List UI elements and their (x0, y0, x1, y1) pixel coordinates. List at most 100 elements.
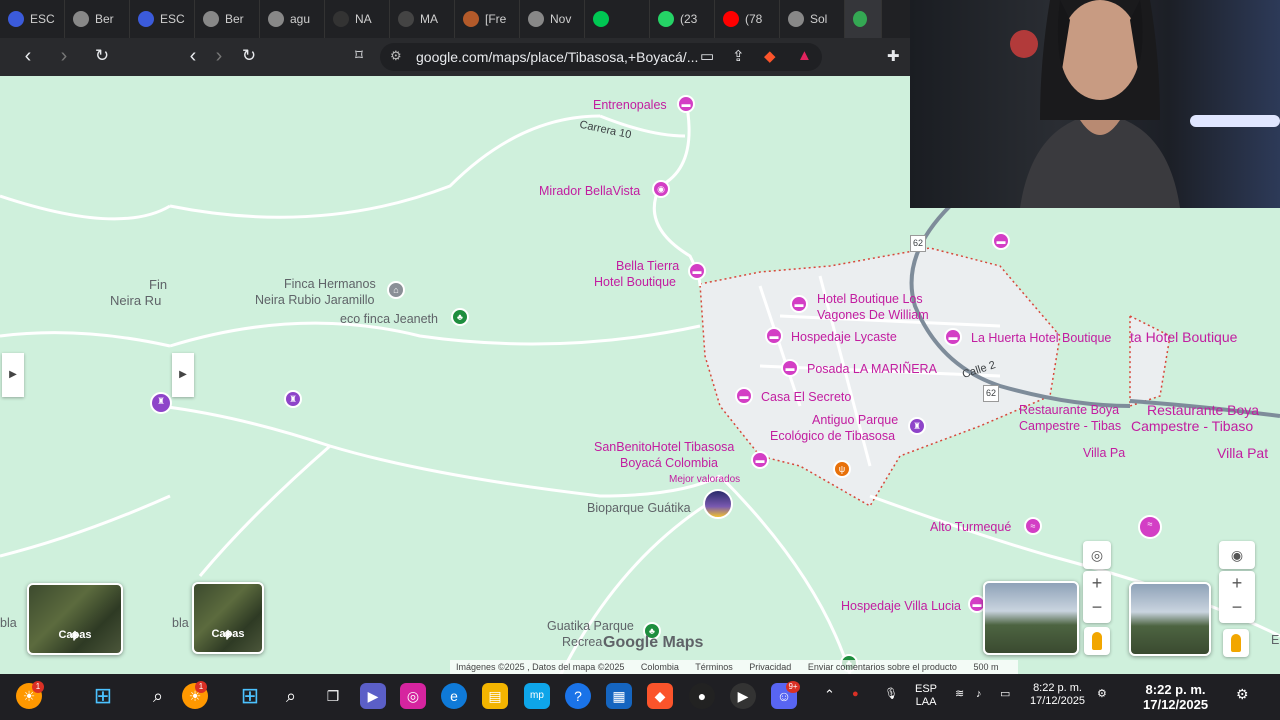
attribution-country[interactable]: Colombia (641, 662, 679, 672)
attraction-pin-icon[interactable]: ♜ (284, 390, 302, 408)
poi-guatika-1[interactable]: Guatika Parque (547, 619, 634, 634)
poi-bioparque[interactable]: Bioparque Guátika (587, 501, 691, 516)
pegman-icon-2[interactable] (1223, 629, 1249, 657)
poi-restaurant-1[interactable]: Restaurante Boya (1019, 403, 1119, 418)
browser-tab[interactable] (585, 0, 650, 38)
hotel-pin-icon[interactable]: ▬ (688, 262, 706, 280)
app-icon[interactable]: mp (524, 683, 550, 709)
zoom-in-button[interactable]: + (1083, 571, 1111, 595)
search-icon-2[interactable]: ⌕ (278, 683, 304, 709)
bioparque-photo-pin[interactable] (703, 489, 733, 519)
forward-icon-2[interactable]: › (208, 45, 230, 67)
park-pin-icon[interactable]: ♣ (451, 308, 469, 326)
browser-tab[interactable]: [Fre (455, 0, 520, 38)
browser-tab[interactable]: NA (325, 0, 390, 38)
clock[interactable]: 8:22 p. m. 17/12/2025 (1030, 682, 1085, 708)
hotel-pin-icon[interactable]: ▬ (677, 95, 695, 113)
zoom-in-button-2[interactable]: + (1219, 571, 1255, 595)
poi-finca-1[interactable]: Finca Hermanos (284, 277, 376, 292)
brave-shield-icon[interactable]: ◆ (764, 47, 776, 65)
browser-tab[interactable]: ESC (130, 0, 195, 38)
attribution-feedback[interactable]: Enviar comentarios sobre el producto (808, 662, 957, 672)
browser-tab[interactable]: Nov (520, 0, 585, 38)
my-location-icon[interactable]: ◎ (1083, 541, 1111, 569)
zoom-out-button[interactable]: − (1083, 595, 1111, 619)
antivirus-tray-icon[interactable]: ● (852, 688, 859, 701)
zoom-out-button-2[interactable]: − (1219, 595, 1255, 619)
poi-bellatierra-1[interactable]: Bella Tierra (616, 259, 679, 274)
cast-icon[interactable]: ▭ (700, 47, 714, 65)
expand-panel-tab[interactable]: ▶ (2, 353, 24, 397)
reload-icon[interactable]: ↻ (91, 45, 113, 67)
poi-entrenopales[interactable]: Entrenopales (593, 98, 667, 113)
edge-icon[interactable]: e (441, 683, 467, 709)
help-icon[interactable]: ? (565, 683, 591, 709)
hotel-pin-icon[interactable]: ▬ (735, 387, 753, 405)
expand-panel-tab-2[interactable]: ▶ (172, 353, 194, 397)
poi-mirador[interactable]: Mirador BellaVista (539, 184, 640, 199)
instagram-icon[interactable]: ◎ (400, 683, 426, 709)
poi-sanbenito-2[interactable]: Boyacá Colombia (620, 456, 718, 471)
pool-pin-icon[interactable]: ≈ (1024, 517, 1042, 535)
hotel-pin-icon[interactable]: ▬ (944, 328, 962, 346)
attraction-pin-icon[interactable]: ♜ (908, 417, 926, 435)
brave-rewards-icon[interactable]: ▲ (797, 47, 812, 64)
restaurant-pin-icon[interactable]: ψ (833, 460, 851, 478)
volume-icon[interactable]: ♪ (976, 688, 982, 701)
hotel-pin-icon[interactable]: ▬ (765, 327, 783, 345)
browser-tab[interactable]: ESC (0, 0, 65, 38)
browser-tab[interactable]: (78 (715, 0, 780, 38)
poi-bellatierra-2[interactable]: Hotel Boutique (594, 275, 676, 290)
poi-ecofinca[interactable]: eco finca Jeaneth (340, 312, 438, 327)
forward-icon[interactable]: › (53, 45, 75, 67)
clock-2[interactable]: 8:22 p. m. 17/12/2025 (1143, 682, 1208, 712)
poi-parque-1[interactable]: Antiguo Parque (812, 413, 898, 428)
poi-guatika-2[interactable]: Recrea (562, 635, 602, 650)
camera-pin-icon[interactable]: ◉ (652, 180, 670, 198)
address-bar[interactable]: ⚙ google.com/maps/place/Tibasosa,+Boyacá… (380, 43, 822, 71)
hotel-pin-icon[interactable]: ▬ (790, 295, 808, 313)
notifications-icon-2[interactable]: ⚙ (1236, 687, 1249, 701)
poi-villapat[interactable]: Villa Pat (1217, 446, 1268, 461)
brave-browser-icon[interactable]: ◆ (647, 683, 673, 709)
extensions-icon[interactable]: ✚ (887, 47, 900, 65)
search-icon[interactable]: ⌕ (145, 683, 171, 709)
poi-neira-ru[interactable]: Neira Ru (110, 293, 161, 308)
bookmark-icon[interactable]: ⌑ (348, 45, 370, 67)
site-settings-icon[interactable]: ⚙ (390, 48, 404, 63)
microphone-icon[interactable]: 🎙 (884, 688, 898, 701)
wifi-icon[interactable]: ≋ (955, 688, 964, 701)
poi-restaurant-1b[interactable]: Campestre - Tibas (1019, 419, 1121, 434)
hotel-pin-icon[interactable]: ▬ (781, 359, 799, 377)
poi-lycaste[interactable]: Hospedaje Lycaste (791, 330, 897, 345)
back-icon-2[interactable]: ‹ (182, 45, 204, 67)
poi-restaurant-2[interactable]: Restaurante Boya (1147, 403, 1259, 418)
browser-tab[interactable]: (23 (650, 0, 715, 38)
attraction-pin-icon[interactable]: ♜ (150, 392, 172, 414)
attribution-terms[interactable]: Términos (695, 662, 733, 672)
poi-marinera[interactable]: Posada LA MARIÑERA (807, 362, 937, 377)
layers-button[interactable]: ◈ Capas (27, 583, 123, 655)
poi-secreto[interactable]: Casa El Secreto (761, 390, 851, 405)
notifications-icon[interactable]: ⚙ (1097, 688, 1107, 701)
visibility-eye-icon[interactable]: ◉ (1219, 541, 1255, 569)
hotel-pin-icon[interactable]: ▬ (751, 451, 769, 469)
show-hidden-icons[interactable]: ⌃ (824, 688, 835, 701)
notes-icon[interactable]: ▦ (606, 683, 632, 709)
language-indicator[interactable]: ESP LAA (915, 683, 937, 709)
poi-hbl-1[interactable]: Hotel Boutique Los (817, 292, 923, 307)
poi-restaurant-2b[interactable]: Campestre - Tibaso (1131, 419, 1253, 434)
street-view-thumbnail-2[interactable] (1129, 582, 1211, 656)
poi-lahuerta[interactable]: La Huerta Hotel Boutique (971, 331, 1111, 346)
poi-parque-2[interactable]: Ecológico de Tibasosa (770, 429, 895, 444)
landmark-pin-icon[interactable]: ⌂ (387, 281, 405, 299)
windows-start-icon[interactable]: ⊞ (90, 683, 116, 709)
pool-pin-icon-large[interactable]: ≈ (1138, 515, 1162, 539)
windows-start-icon-2[interactable]: ⊞ (237, 683, 263, 709)
poi-villa-lucia[interactable]: Hospedaje Villa Lucia (841, 599, 961, 614)
poi-finca-2[interactable]: Neira Rubio Jaramillo (255, 293, 375, 308)
poi-lahuerta-right[interactable]: ta Hotel Boutique (1130, 330, 1237, 345)
reload-icon-2[interactable]: ↻ (238, 45, 260, 67)
hotel-pin-icon[interactable]: ▬ (992, 232, 1010, 250)
browser-tab[interactable]: Sol (780, 0, 845, 38)
